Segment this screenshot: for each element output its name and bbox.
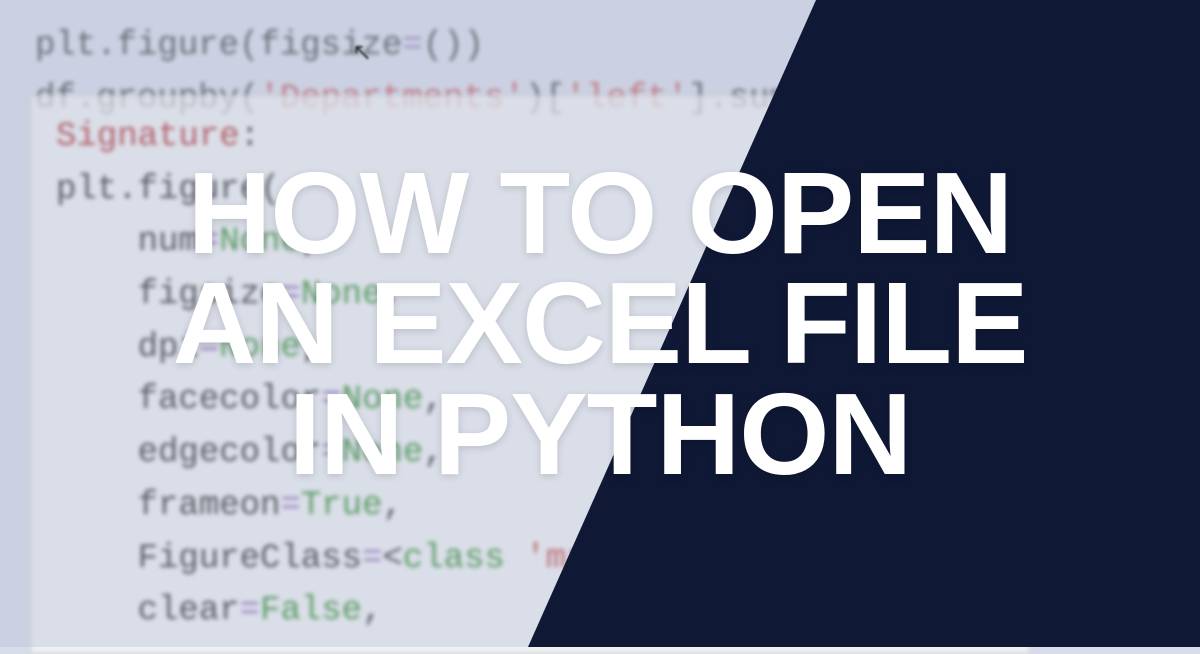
title-overlay: HOW TO OPEN AN EXCEL FILE IN PYTHON <box>0 0 1200 647</box>
title-line-2: AN EXCEL FILE <box>173 268 1028 378</box>
title-line-3: IN PYTHON <box>289 379 912 489</box>
title-line-1: HOW TO OPEN <box>188 158 1013 268</box>
